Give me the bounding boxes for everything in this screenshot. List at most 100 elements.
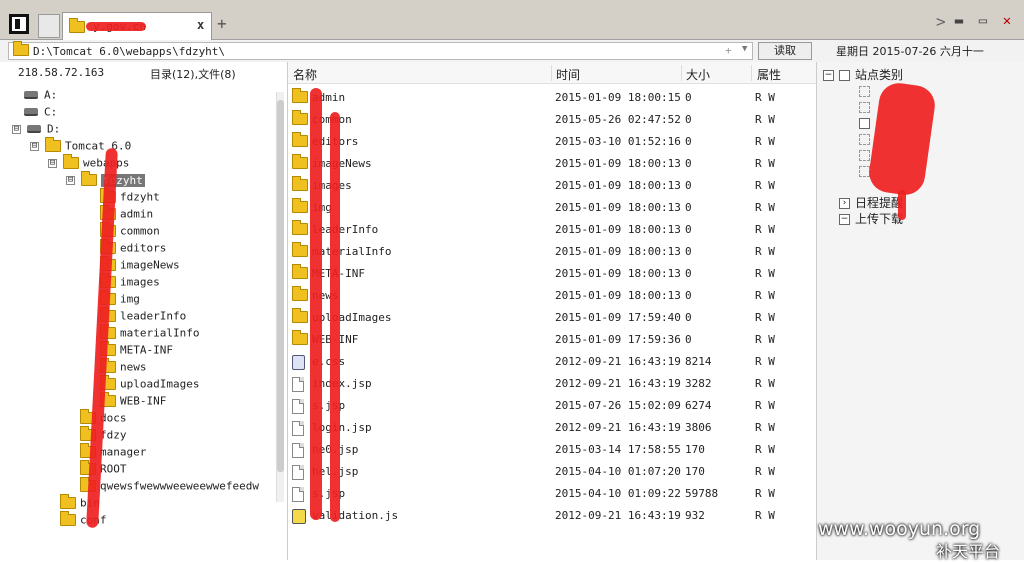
file-time: 2015-05-26 02:47:52	[555, 113, 681, 126]
table-row[interactable]: leaderInfo 2015-01-09 18:00:13 0 R W	[288, 219, 816, 241]
column-time[interactable]: 时间	[556, 66, 580, 83]
schedule-node[interactable]: › 日程提醒	[839, 194, 903, 211]
file-time: 2015-01-09 17:59:40	[555, 311, 681, 324]
site-category-label: 站点类别	[855, 68, 904, 82]
file-attr: R W	[755, 443, 775, 456]
table-row[interactable]: img2015-01-09 18:00:130R W	[288, 197, 816, 219]
table-row[interactable]: index.jsp 2012-09-21 16:43:19 3282 R W	[288, 373, 816, 395]
file-size: 0	[685, 113, 692, 126]
tree-scrollbar[interactable]	[276, 92, 284, 502]
tree-item[interactable]: ROOT	[80, 460, 127, 477]
path-input[interactable]: D:\Tomcat 6.0\webapps\fdzyht\ + ▼	[8, 41, 753, 60]
table-row[interactable]: s.jsp 2015-04-10 01:09:22 59788 R W	[288, 483, 816, 505]
list-header: 名称 时间 大小 属性	[288, 62, 816, 84]
tree-item-label: META-INF	[120, 343, 173, 357]
collapse-toggle[interactable]: −	[823, 70, 834, 81]
file-attr: R W	[755, 509, 775, 522]
column-size[interactable]: 大小	[686, 66, 710, 83]
file-size: 3806	[685, 421, 712, 434]
tree-item[interactable]: conf	[60, 511, 107, 528]
site-category-node[interactable]: − 站点类别	[823, 66, 903, 83]
site-item[interactable]	[859, 116, 875, 130]
table-row[interactable]: hel.jsp2015-04-10 01:07:20170R W	[288, 461, 816, 483]
close-window-button[interactable]: ✕	[1000, 14, 1014, 28]
table-row[interactable]: editors2015-03-10 01:52:160R W	[288, 131, 816, 153]
tree-item-label: images	[120, 275, 160, 289]
tree-item[interactable]: META-INF	[100, 341, 173, 358]
css-file-icon	[292, 355, 305, 370]
collapse-toggle[interactable]: ⊟	[12, 124, 21, 134]
table-row[interactable]: news 2015-01-09 18:00:13 0 R W	[288, 285, 816, 307]
collapse-toggle[interactable]: ⊟	[48, 158, 57, 168]
file-size: 59788	[685, 487, 719, 500]
file-time: 2012-09-21 16:43:19	[555, 421, 681, 434]
tab-blank[interactable]	[38, 14, 60, 38]
folder-icon	[292, 132, 308, 147]
file-time: 2012-09-21 16:43:19	[555, 377, 681, 390]
tree-item-label: admin	[120, 207, 154, 221]
tree-item[interactable]: leaderInfo	[100, 307, 186, 324]
tree-item[interactable]: ⊟ D:	[12, 120, 60, 137]
tree-item[interactable]: uploadImages	[100, 375, 199, 392]
table-row[interactable]: images2015-01-09 18:00:130R W	[288, 175, 816, 197]
collapse-toggle[interactable]: ⊟	[30, 141, 39, 151]
column-attr[interactable]: 属性	[757, 66, 781, 83]
tree-item-label: qwewsfwewwweeweewwefeedw	[100, 479, 259, 493]
tree-item-label: uploadImages	[120, 377, 200, 391]
table-row[interactable]: uploadImages 2015-01-09 17:59:40 0 R W	[288, 307, 816, 329]
minimize-button[interactable]: ▬	[952, 14, 966, 28]
table-row[interactable]: common2015-05-26 02:47:520R W	[288, 109, 816, 131]
site-item[interactable]	[859, 132, 870, 146]
site-item[interactable]	[859, 148, 870, 162]
file-attr: R W	[755, 399, 775, 412]
site-item[interactable]	[859, 84, 870, 98]
folder-icon	[13, 41, 29, 56]
file-time: 2015-01-09 18:00:13	[555, 157, 681, 170]
tree-item[interactable]: qwewsfwewwweeweewwefeedw	[80, 477, 259, 494]
redaction-mark	[898, 190, 906, 220]
tree-item[interactable]: news	[100, 358, 147, 375]
tab-close-button[interactable]: x	[197, 18, 204, 32]
tree-item[interactable]: A:	[24, 86, 57, 103]
file-attr: R W	[755, 135, 775, 148]
table-row[interactable]: imageNews 2015-01-09 18:00:13 0 R W	[288, 153, 816, 175]
upload-label: 上传下载	[855, 212, 904, 226]
folder-icon	[60, 494, 76, 509]
file-size: 3282	[685, 377, 712, 390]
table-row[interactable]: ne0.jsp2015-03-14 17:58:55170R W	[288, 439, 816, 461]
table-row[interactable]: WEB-INF2015-01-09 17:59:360R W	[288, 329, 816, 351]
file-time: 2015-03-10 01:52:16	[555, 135, 681, 148]
site-item[interactable]	[859, 100, 870, 114]
js-file-icon	[292, 509, 306, 524]
tree-item-label: fdzyht	[120, 190, 160, 204]
chevron-right-icon[interactable]: >	[936, 12, 946, 31]
upload-icon: −	[839, 214, 850, 225]
folder-icon	[45, 137, 61, 152]
table-row[interactable]: META-INF2015-01-09 18:00:130R W	[288, 263, 816, 285]
table-row[interactable]: admin 2015-01-09 18:00:15 0 R W	[288, 87, 816, 109]
table-row[interactable]: login.jsp 2012-09-21 16:43:19 3806 R W	[288, 417, 816, 439]
tree-item[interactable]: C:	[24, 103, 57, 120]
column-name[interactable]: 名称	[293, 66, 317, 83]
scrollbar-thumb[interactable]	[277, 100, 284, 472]
add-path-button[interactable]: +	[725, 44, 732, 57]
watermark: www.wooyun.org 补天平台	[818, 516, 1024, 561]
table-row[interactable]: validation.js 2012-09-21 16:43:19 932 R W	[288, 505, 816, 527]
category-icon	[839, 70, 850, 81]
item-icon	[859, 134, 870, 145]
item-icon	[859, 150, 870, 161]
directory-tree-panel: 218.58.72.163 目录(12),文件(8) A: C: ⊟ D: ⊟ Tomca…	[0, 62, 288, 560]
tree-item[interactable]: WEB-INF	[100, 392, 166, 409]
new-tab-button[interactable]: +	[217, 14, 227, 33]
read-button[interactable]: 读取	[758, 42, 812, 60]
chevron-down-icon[interactable]: ▼	[742, 44, 747, 54]
upload-node[interactable]: − 上传下载	[839, 210, 903, 227]
path-text: D:\Tomcat 6.0\webapps\fdzyht\	[33, 45, 226, 58]
table-row[interactable]: materialInfo 2015-01-09 18:00:13 0 R W	[288, 241, 816, 263]
collapse-toggle[interactable]: ⊟	[66, 175, 75, 185]
table-row[interactable]: e.css 2012-09-21 16:43:19 8214 R W	[288, 351, 816, 373]
tree-item[interactable]: materialInfo	[100, 324, 199, 341]
file-size: 0	[685, 135, 692, 148]
table-row[interactable]: s.jsp 2015-07-26 15:02:09 6274 R W	[288, 395, 816, 417]
maximize-button[interactable]: ▭	[976, 14, 990, 28]
